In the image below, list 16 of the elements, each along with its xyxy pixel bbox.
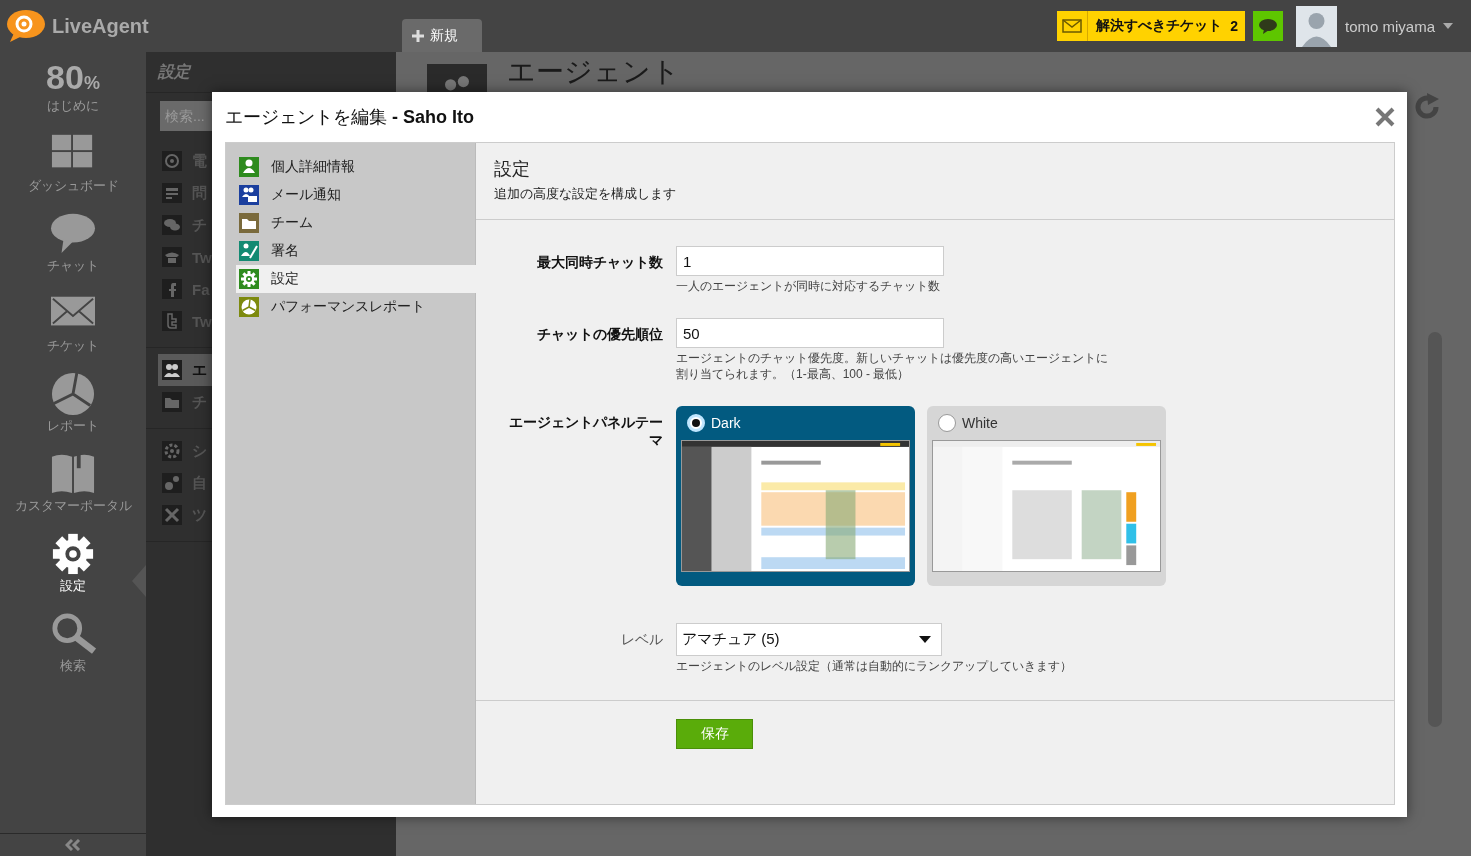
logo-text: LiveAgent — [52, 14, 149, 38]
field-label: レベル — [620, 630, 664, 649]
dialog-title: エージェントを編集 - Saho Ito — [225, 106, 474, 129]
field-hint: エージェントのチャット優先度。新しいチャットは優先度の高いエージェントに割り当てられます。（1-最高、100 - 最低） — [676, 350, 1109, 382]
panel-title: 設定 — [158, 61, 190, 82]
field-hint: エージェントのレベル設定（通常は自動的にランクアップしていきます） — [676, 658, 1072, 674]
section-subtitle: 追加の高度な設定を構成します — [494, 185, 677, 203]
field-label: チャットの優先順位 — [536, 325, 664, 344]
theme-label: Dark — [711, 415, 741, 431]
page-title: エージェント — [507, 56, 680, 88]
theme-label: White — [962, 415, 998, 431]
ticket-count: 2 — [1230, 18, 1238, 34]
section-title: 設定 — [494, 158, 531, 181]
field-label: 最大同時チャット数 — [536, 253, 664, 272]
field-label: エージェントパネルテーマ — [508, 413, 664, 450]
field-hint: 一人のエージェントが同時に対応するチャット数 — [676, 278, 940, 294]
